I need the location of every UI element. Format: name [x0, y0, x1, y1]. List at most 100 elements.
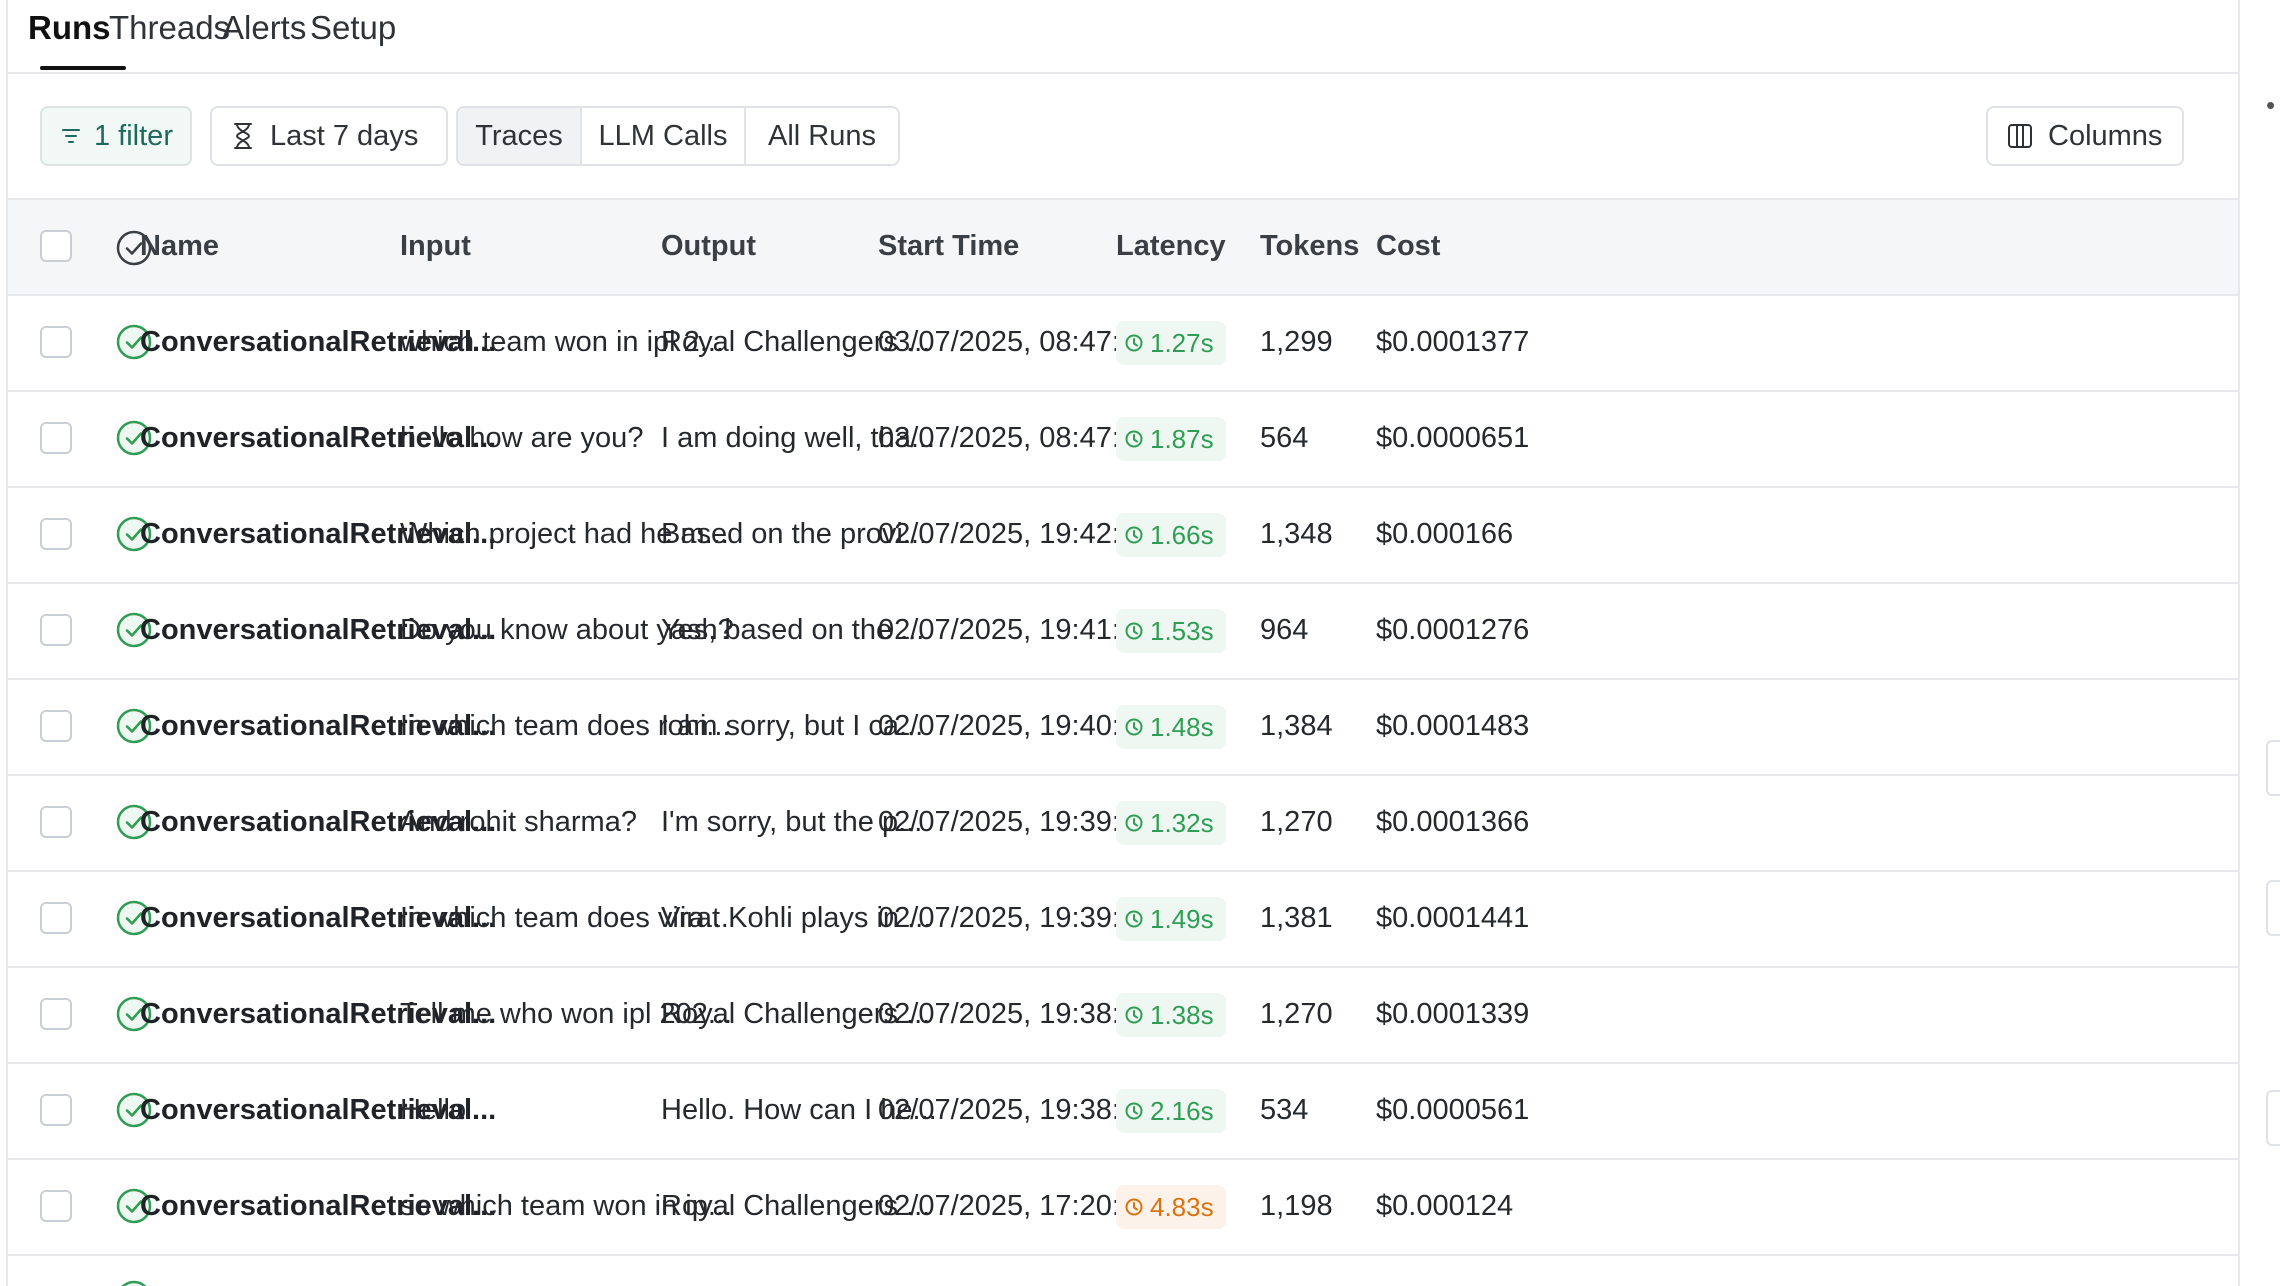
row-checkbox[interactable] — [40, 710, 72, 742]
success-icon — [114, 1278, 154, 1286]
row-checkbox[interactable] — [40, 902, 72, 934]
cell-tokens: 964 — [1260, 614, 1309, 646]
cell-tokens: 1,384 — [1260, 710, 1333, 742]
header-name[interactable]: Name — [140, 230, 219, 263]
latency-value: 1.48s — [1150, 711, 1214, 742]
latency-value: 4.83s — [1150, 1191, 1214, 1222]
latency-value: 1.53s — [1150, 615, 1214, 646]
filter-label: 1 filter — [94, 119, 173, 152]
cell-start-time: 02/07/2025, 17:20:25 — [878, 1190, 1153, 1222]
date-range-label: Last 7 days — [270, 119, 419, 152]
table-row[interactable]: ConversationalRetrieval... And rohit shar… — [8, 776, 2240, 872]
clock-icon — [1124, 813, 1144, 833]
latency-badge: 1.27s — [1116, 321, 1226, 365]
left-edge — [0, 0, 8, 1286]
tab-setup[interactable]: Setup — [310, 8, 396, 48]
cell-start-time: 02/07/2025, 19:38:20 — [878, 1094, 1153, 1126]
clock-icon — [1124, 333, 1144, 353]
cell-tokens: 1,198 — [1260, 1190, 1333, 1222]
cell-cost: $0.000166 — [1376, 518, 1514, 550]
latency-value: 2.16s — [1150, 1095, 1214, 1126]
clock-icon — [1124, 621, 1144, 641]
segment-traces[interactable]: Traces — [458, 108, 582, 164]
run-details-panel: • — [2238, 0, 2280, 1286]
cell-tokens: 1,381 — [1260, 902, 1333, 934]
header-output[interactable]: Output — [661, 230, 756, 263]
cell-input: hello how are you? — [400, 422, 644, 454]
toolbar: 1 filter Last 7 days Traces LLM Calls Al… — [8, 74, 2240, 200]
row-checkbox[interactable] — [40, 326, 72, 358]
cell-input: And rohit sharma? — [400, 806, 637, 838]
table-row[interactable]: ConversationalRetrieval... which team won… — [8, 296, 2240, 392]
row-checkbox[interactable] — [40, 1190, 72, 1222]
cell-start-time: 03/07/2025, 08:47:10 — [878, 422, 1153, 454]
cell-cost: $0.0000561 — [1376, 1094, 1530, 1126]
cell-input: Hello — [400, 1094, 467, 1126]
clock-icon — [1124, 717, 1144, 737]
tab-alerts[interactable]: Alerts — [222, 8, 306, 48]
tab-threads[interactable]: Threads — [109, 8, 230, 48]
table-row[interactable]: ConversationalRetrieval... hello how are … — [8, 392, 2240, 488]
row-checkbox[interactable] — [40, 806, 72, 838]
row-checkbox[interactable] — [40, 422, 72, 454]
latency-badge: 1.38s — [1116, 993, 1226, 1037]
table-row[interactable]: ConversationalRetrieval... Tell me who wo… — [8, 968, 2240, 1064]
run-type-segmented-control: Traces LLM Calls All Runs — [456, 106, 900, 166]
row-checkbox[interactable] — [40, 614, 72, 646]
table-header: Name Input Output Start Time Latency Tok… — [8, 198, 2240, 296]
table-row[interactable]: ConversationalRetrieval... In which team … — [8, 872, 2240, 968]
hourglass-icon — [230, 121, 256, 151]
header-latency[interactable]: Latency — [1116, 230, 1226, 263]
table-row[interactable]: ConversationalRetrieval... In which team … — [8, 680, 2240, 776]
table-row[interactable]: ConversationalRetrieval... Hello Hello. Ho… — [8, 1064, 2240, 1160]
row-checkbox[interactable] — [40, 1094, 72, 1126]
top-tabs: Runs Threads Alerts Setup — [8, 0, 2240, 74]
clock-icon — [1124, 1005, 1144, 1025]
header-input[interactable]: Input — [400, 230, 471, 263]
segment-all-runs[interactable]: All Runs — [746, 108, 898, 164]
cell-start-time: 02/07/2025, 19:40:15 — [878, 710, 1153, 742]
latency-badge: 1.32s — [1116, 801, 1226, 845]
table-row[interactable]: ConversationalRetrieval... Which project … — [8, 488, 2240, 584]
row-checkbox[interactable] — [40, 998, 72, 1030]
cell-tokens: 1,270 — [1260, 998, 1333, 1030]
latency-value: 1.66s — [1150, 519, 1214, 550]
cell-tokens: 534 — [1260, 1094, 1309, 1126]
columns-label: Columns — [2048, 119, 2163, 152]
header-tokens[interactable]: Tokens — [1260, 230, 1359, 263]
panel-field — [2266, 1090, 2280, 1146]
latency-badge: 1.48s — [1116, 705, 1226, 749]
columns-button[interactable]: Columns — [1986, 106, 2184, 166]
latency-badge: 4.83s — [1116, 1185, 1226, 1229]
row-checkbox[interactable] — [40, 518, 72, 550]
panel-fragment: • — [2266, 90, 2276, 120]
latency-value: 1.87s — [1150, 423, 1214, 454]
cell-cost: $0.0000651 — [1376, 422, 1530, 454]
header-cost[interactable]: Cost — [1376, 230, 1440, 263]
active-tab-indicator — [40, 66, 126, 70]
clock-icon — [1124, 429, 1144, 449]
table-row[interactable]: ConversationalRetrieval... so which team … — [8, 1160, 2240, 1256]
cell-start-time: 02/07/2025, 19:39:58 — [878, 806, 1153, 838]
latency-value: 1.49s — [1150, 903, 1214, 934]
header-start-time[interactable]: Start Time — [878, 230, 1019, 263]
date-range-button[interactable]: Last 7 days — [210, 106, 448, 166]
columns-icon — [2006, 122, 2034, 150]
cell-cost: $0.0001366 — [1376, 806, 1530, 838]
select-all-checkbox[interactable] — [40, 230, 72, 262]
latency-badge: 2.16s — [1116, 1089, 1226, 1133]
latency-value: 1.27s — [1150, 327, 1214, 358]
cell-cost: $0.0001441 — [1376, 902, 1530, 934]
cell-start-time: 02/07/2025, 19:41:57 — [878, 614, 1153, 646]
cell-start-time: 02/07/2025, 19:38:38 — [878, 998, 1153, 1030]
cell-tokens: 1,270 — [1260, 806, 1333, 838]
latency-badge: 1.53s — [1116, 609, 1226, 653]
clock-icon — [1124, 525, 1144, 545]
tab-runs[interactable]: Runs — [28, 8, 111, 48]
table-row-partial — [8, 1256, 2240, 1286]
filter-button[interactable]: 1 filter — [40, 106, 192, 166]
cell-cost: $0.000124 — [1376, 1190, 1514, 1222]
latency-value: 1.38s — [1150, 999, 1214, 1030]
table-row[interactable]: ConversationalRetrieval... Do you know ab… — [8, 584, 2240, 680]
segment-llm-calls[interactable]: LLM Calls — [582, 108, 746, 164]
